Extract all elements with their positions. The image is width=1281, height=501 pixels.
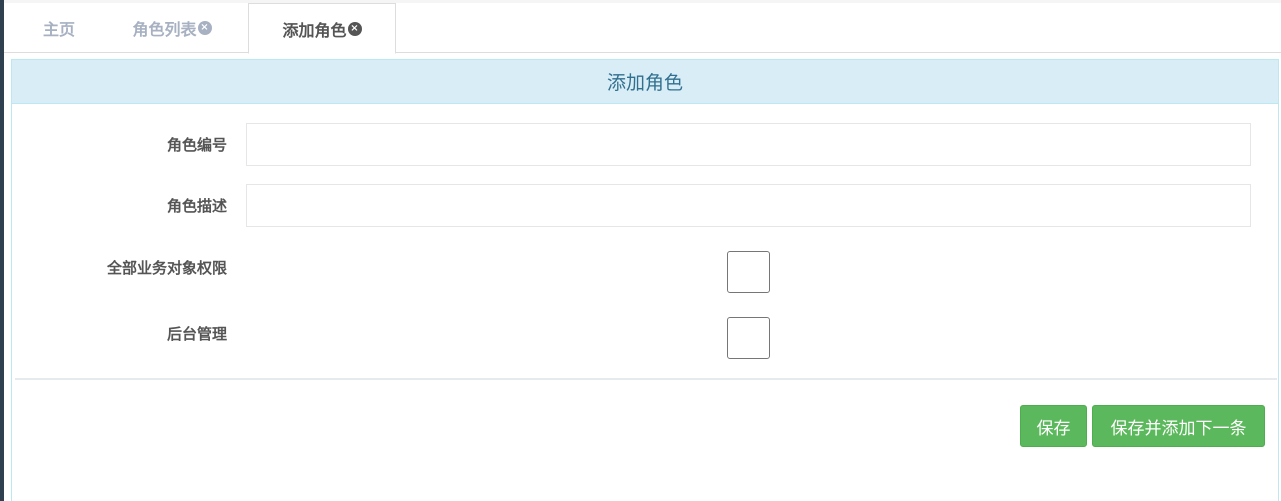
close-icon[interactable]: × xyxy=(347,21,362,36)
tab-role-list-label: 角色列表 xyxy=(132,20,197,39)
backend-admin-label: 后台管理 xyxy=(166,325,227,343)
panel-title: 添加角色 xyxy=(12,60,1278,104)
tab-home-label: 主页 xyxy=(42,20,75,39)
role-code-input[interactable] xyxy=(246,123,1251,166)
all-business-perm-label: 全部业务对象权限 xyxy=(106,259,227,277)
add-role-panel: 添加角色 角色编号 角色描述 全部业务对象权限 后台管理 保存 保存并添加下一条 xyxy=(11,59,1279,501)
all-business-perm-checkbox[interactable] xyxy=(727,251,770,293)
backend-admin-checkbox[interactable] xyxy=(727,317,770,359)
role-desc-input[interactable] xyxy=(246,184,1251,227)
role-code-label: 角色编号 xyxy=(166,136,227,154)
close-icon[interactable]: × xyxy=(197,21,212,35)
tab-home[interactable]: 主页 xyxy=(34,3,84,53)
save-and-add-next-button[interactable]: 保存并添加下一条 xyxy=(1092,405,1265,447)
tab-role-list[interactable]: 角色列表 × xyxy=(112,3,232,53)
tab-bar: 主页 角色列表 × 添加角色 × xyxy=(4,0,1281,54)
tab-add-role-label: 添加角色 xyxy=(282,20,347,40)
form-divider xyxy=(15,378,1277,380)
save-button[interactable]: 保存 xyxy=(1020,405,1087,447)
tab-add-role[interactable]: 添加角色 × xyxy=(248,3,396,54)
left-sidebar-edge xyxy=(0,0,4,501)
role-desc-label: 角色描述 xyxy=(166,197,227,215)
